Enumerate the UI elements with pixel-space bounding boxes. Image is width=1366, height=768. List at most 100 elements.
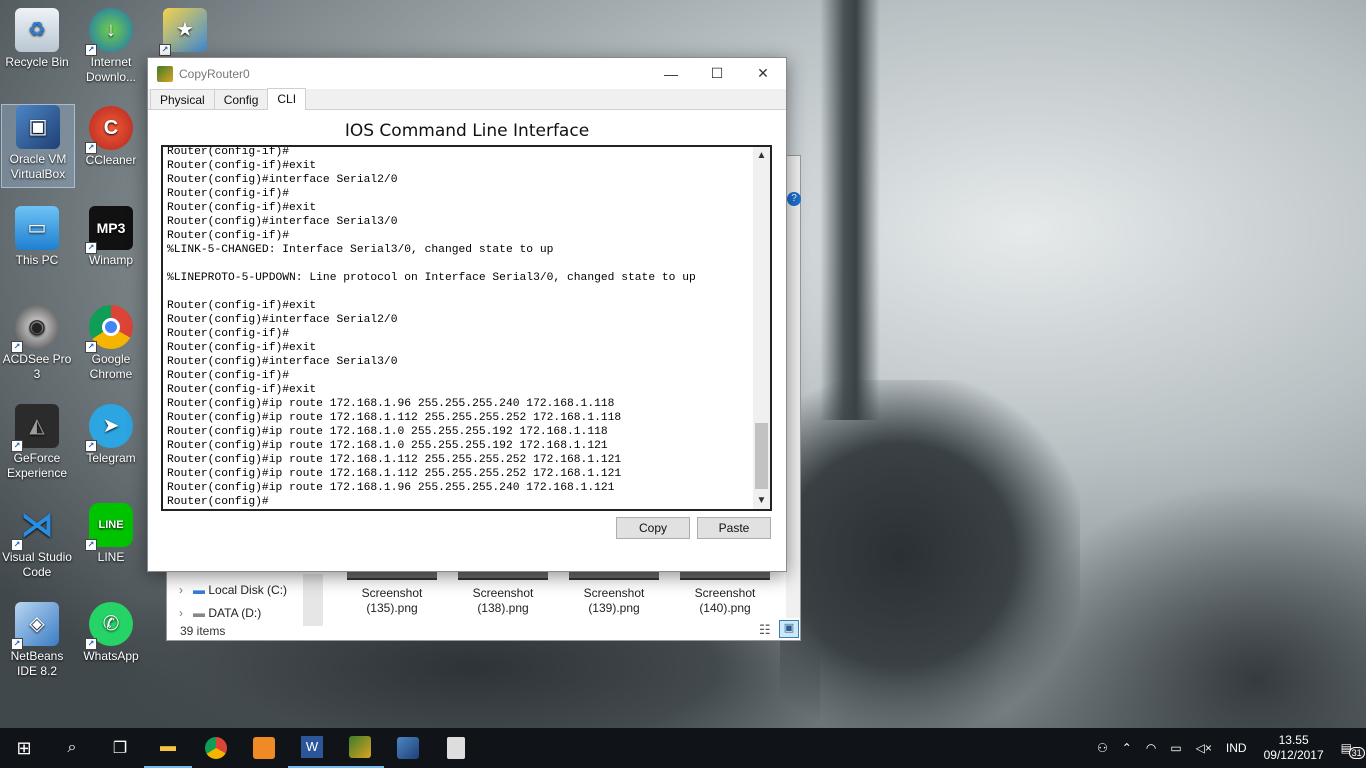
desktop-icon-line[interactable]: LINE ↗ LINE <box>74 503 148 565</box>
explorer-scrollbar[interactable] <box>786 156 800 618</box>
window-tabs: Physical Config CLI <box>148 88 786 110</box>
desktop-icon-whatsapp[interactable]: ✆ ↗ WhatsApp <box>74 602 148 664</box>
search-button[interactable]: ⌕ <box>48 728 96 768</box>
terminal-line: Router(config)# <box>167 496 269 508</box>
file-name: Screenshot (139).png <box>583 586 645 615</box>
desktop-icon-label: NetBeans IDE 8.2 <box>10 649 64 678</box>
desktop-icon-label: Google Chrome <box>89 352 133 381</box>
desktop-icon-label: Telegram <box>86 451 136 465</box>
desktop-icon-ccleaner[interactable]: C ↗ CCleaner <box>74 106 148 168</box>
taskbar-word[interactable]: W <box>288 728 336 768</box>
paste-button[interactable]: Paste <box>697 517 771 539</box>
terminal-scrollbar[interactable]: ▲ ▼ <box>753 147 770 509</box>
thumbnail-image <box>347 572 437 580</box>
tab-config[interactable]: Config <box>213 89 269 109</box>
notifications-button[interactable]: ▤ 31 <box>1341 741 1365 759</box>
taskbar-packet-tracer[interactable] <box>336 728 384 768</box>
window-titlebar[interactable]: CopyRouter0 — ☐ ✕ <box>148 58 786 89</box>
desktop-icon-chrome[interactable]: ↗ Google Chrome <box>74 305 148 382</box>
terminal-line: Router(config)#ip route 172.168.1.0 255.… <box>167 426 608 438</box>
tab-physical[interactable]: Physical <box>150 89 215 109</box>
chrome-icon <box>205 737 227 759</box>
terminal-line: Router(config-if)#exit <box>167 160 317 172</box>
taskbar: ⊞ ⌕ ❐ ▬ W ⚇ ⌃ ◠ ▭ ◁× IND 13.55 09/12/201… <box>0 728 1366 768</box>
this-pc-icon: ▭ <box>15 206 59 250</box>
nav-item-local-disk[interactable]: › ▬ Local Disk (C:) <box>179 583 287 597</box>
start-icon: ⊞ <box>16 737 32 758</box>
nav-item-data-drive[interactable]: › ▬ DATA (D:) <box>179 606 261 620</box>
terminal-line: Router(config)#interface Serial2/0 <box>167 174 398 186</box>
clock[interactable]: 13.55 09/12/2017 <box>1264 733 1324 763</box>
file-thumbnail[interactable]: Screenshot (135).png <box>346 572 438 616</box>
chevron-right-icon: › <box>179 606 183 620</box>
taskbar-virtualbox[interactable] <box>384 728 432 768</box>
desktop-icon-vscode[interactable]: ⋊ ↗ Visual Studio Code <box>0 503 74 580</box>
taskbar-chrome[interactable] <box>192 728 240 768</box>
desktop-icon-app-shortcut[interactable]: ★ ↗ <box>148 8 222 56</box>
desktop-icon-winamp[interactable]: MP3 ↗ Winamp <box>74 206 148 268</box>
help-icon[interactable]: ? <box>787 192 801 206</box>
geforce-icon: ◭ ↗ <box>11 404 59 452</box>
copy-button[interactable]: Copy <box>616 517 690 539</box>
maximize-button[interactable]: ☐ <box>694 58 740 89</box>
desktop-icon-label: This PC <box>15 253 59 267</box>
file-name: Screenshot (138).png <box>472 586 534 615</box>
details-view-icon[interactable]: ☷ <box>759 622 771 638</box>
desktop-icon-telegram[interactable]: ➤ ↗ Telegram <box>74 404 148 466</box>
file-thumbnail[interactable]: Screenshot (140).png <box>679 572 771 616</box>
winamp-icon: MP3 ↗ <box>85 206 133 254</box>
start-button[interactable]: ⊞ <box>0 728 48 768</box>
packet-tracer-icon <box>157 65 173 82</box>
desktop-icon-label: Oracle VM VirtualBox <box>9 152 67 181</box>
task-view-button[interactable]: ❐ <box>96 728 144 768</box>
terminal-line: Router(config-if)#exit <box>167 300 317 312</box>
desktop-icon-netbeans[interactable]: ◈ ↗ NetBeans IDE 8.2 <box>0 602 74 679</box>
terminal-line: Router(config)#ip route 172.168.1.112 25… <box>167 468 622 480</box>
status-item-count: 39 items <box>180 624 226 638</box>
terminal-line: Router(config)#ip route 172.168.1.112 25… <box>167 412 622 424</box>
file-thumbnail[interactable]: Screenshot (138).png <box>457 572 549 616</box>
thumbnail-image <box>458 572 548 580</box>
desktop-icon-label: Recycle Bin <box>5 55 69 69</box>
volume-muted-icon[interactable]: ◁× <box>1196 741 1212 755</box>
close-button[interactable]: ✕ <box>740 58 786 89</box>
terminal-line: Router(config)#interface Serial3/0 <box>167 216 398 228</box>
close-icon: ✕ <box>757 65 769 81</box>
terminal-output[interactable]: Router(config-if)# Router(config-if)#exit… <box>167 147 752 509</box>
nav-item-label: Local Disk (C:) <box>208 583 288 597</box>
terminal-line: Router(config-if)# <box>167 328 290 340</box>
terminal-line: Router(config-if)#exit <box>167 384 317 396</box>
tab-cli[interactable]: CLI <box>267 88 307 110</box>
chevron-up-icon[interactable]: ⌃ <box>1122 741 1132 755</box>
desktop-icon-internet-download-manager[interactable]: ↓ ↗ Internet Downlo... <box>74 8 148 85</box>
large-icons-view-icon[interactable]: ▣ <box>779 620 799 638</box>
language-indicator[interactable]: IND <box>1226 741 1247 755</box>
taskbar-pdf-app[interactable] <box>240 728 288 768</box>
scroll-down-icon[interactable]: ▼ <box>753 492 770 509</box>
desktop-icon-label: Internet Downlo... <box>85 55 137 84</box>
copyrouter-window[interactable]: CopyRouter0 — ☐ ✕ Physical Config CLI IO… <box>147 57 787 572</box>
taskbar-file-explorer[interactable]: ▬ <box>144 728 192 768</box>
desktop-icon-this-pc[interactable]: ▭ This PC <box>0 206 74 268</box>
window-title: CopyRouter0 <box>179 66 250 81</box>
desktop-icon-geforce[interactable]: ◭ ↗ GeForce Experience <box>0 404 74 481</box>
scrollbar-thumb[interactable] <box>755 423 768 489</box>
file-thumbnail[interactable]: Screenshot (139).png <box>568 572 660 616</box>
line-icon: LINE ↗ <box>85 503 133 551</box>
scroll-up-icon[interactable]: ▲ <box>753 147 770 164</box>
thumbnail-image <box>569 572 659 580</box>
minimize-button[interactable]: — <box>648 58 694 89</box>
task-view-icon: ❐ <box>112 740 128 757</box>
desktop-icon-label: WhatsApp <box>83 649 139 663</box>
clock-time: 13.55 <box>1278 733 1309 747</box>
terminal-line: Router(config)#ip route 172.168.1.96 255… <box>167 398 615 410</box>
battery-icon[interactable]: ▭ <box>1170 741 1181 755</box>
taskbar-calculator[interactable] <box>432 728 480 768</box>
desktop-icon-acdsee[interactable]: ◉ ↗ ACDSee Pro 3 <box>0 305 74 382</box>
desktop-icon-virtualbox[interactable]: ▣ Oracle VM VirtualBox <box>1 104 75 188</box>
people-icon[interactable]: ⚇ <box>1097 741 1108 755</box>
cli-terminal[interactable]: Router(config-if)# Router(config-if)#exit… <box>161 145 772 511</box>
network-icon[interactable]: ◠ <box>1146 741 1156 755</box>
desktop-icon-recycle-bin[interactable]: ♻ Recycle Bin <box>0 8 74 70</box>
explorer-nav-scrollbar[interactable] <box>303 574 323 626</box>
